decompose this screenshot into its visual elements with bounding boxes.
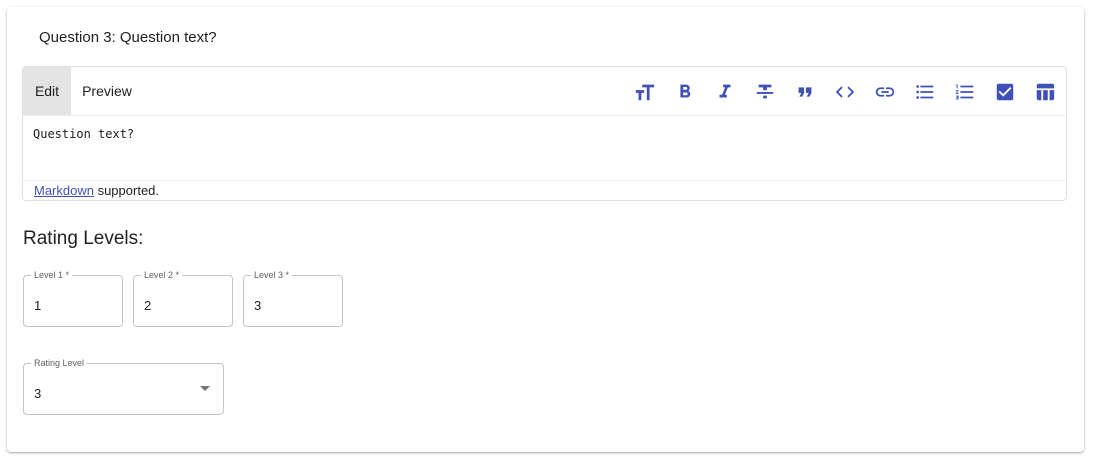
markdown-editor: Edit Preview Question text? Markdown sup… xyxy=(22,66,1067,201)
level-1-input[interactable]: 1 xyxy=(34,298,41,313)
level-3-field[interactable]: Level 3 * 3 xyxy=(243,269,343,327)
markdown-link[interactable]: Markdown xyxy=(34,183,94,198)
numbered-list-icon[interactable] xyxy=(952,79,978,105)
supported-text: supported. xyxy=(93,183,160,198)
code-icon[interactable] xyxy=(832,79,858,105)
editor-header: Edit Preview xyxy=(23,67,1066,116)
rating-level-value: 3 xyxy=(34,386,42,401)
tab-edit[interactable]: Edit xyxy=(23,67,71,115)
chevron-down-icon[interactable] xyxy=(200,386,210,391)
rating-level-label: Rating Level xyxy=(31,357,88,369)
level-2-field[interactable]: Level 2 * 2 xyxy=(133,269,233,327)
question-title: Question 3: Question text? xyxy=(39,29,217,46)
question-card: Question 3: Question text? Edit Preview xyxy=(7,7,1084,452)
editor-toolbar xyxy=(618,79,1058,105)
italic-icon[interactable] xyxy=(712,79,738,105)
editor-textarea[interactable]: Question text? xyxy=(33,127,134,141)
table-icon[interactable] xyxy=(1032,79,1058,105)
link-icon[interactable] xyxy=(872,79,898,105)
tab-preview[interactable]: Preview xyxy=(71,67,143,115)
level-3-label: Level 3 * xyxy=(251,269,293,281)
text-size-icon[interactable] xyxy=(632,79,658,105)
level-1-label: Level 1 * xyxy=(31,269,73,281)
bulleted-list-icon[interactable] xyxy=(912,79,938,105)
rating-level-select[interactable]: Rating Level 3 xyxy=(23,357,224,415)
strikethrough-icon[interactable] xyxy=(752,79,778,105)
rating-levels-title: Rating Levels: xyxy=(23,228,144,249)
quote-icon[interactable] xyxy=(792,79,818,105)
level-2-input[interactable]: 2 xyxy=(144,298,151,313)
editor-footer: Markdown supported. xyxy=(23,180,1066,200)
checkbox-icon[interactable] xyxy=(992,79,1018,105)
level-1-field[interactable]: Level 1 * 1 xyxy=(23,269,123,327)
level-2-label: Level 2 * xyxy=(141,269,183,281)
bold-icon[interactable] xyxy=(672,79,698,105)
level-3-input[interactable]: 3 xyxy=(254,298,261,313)
